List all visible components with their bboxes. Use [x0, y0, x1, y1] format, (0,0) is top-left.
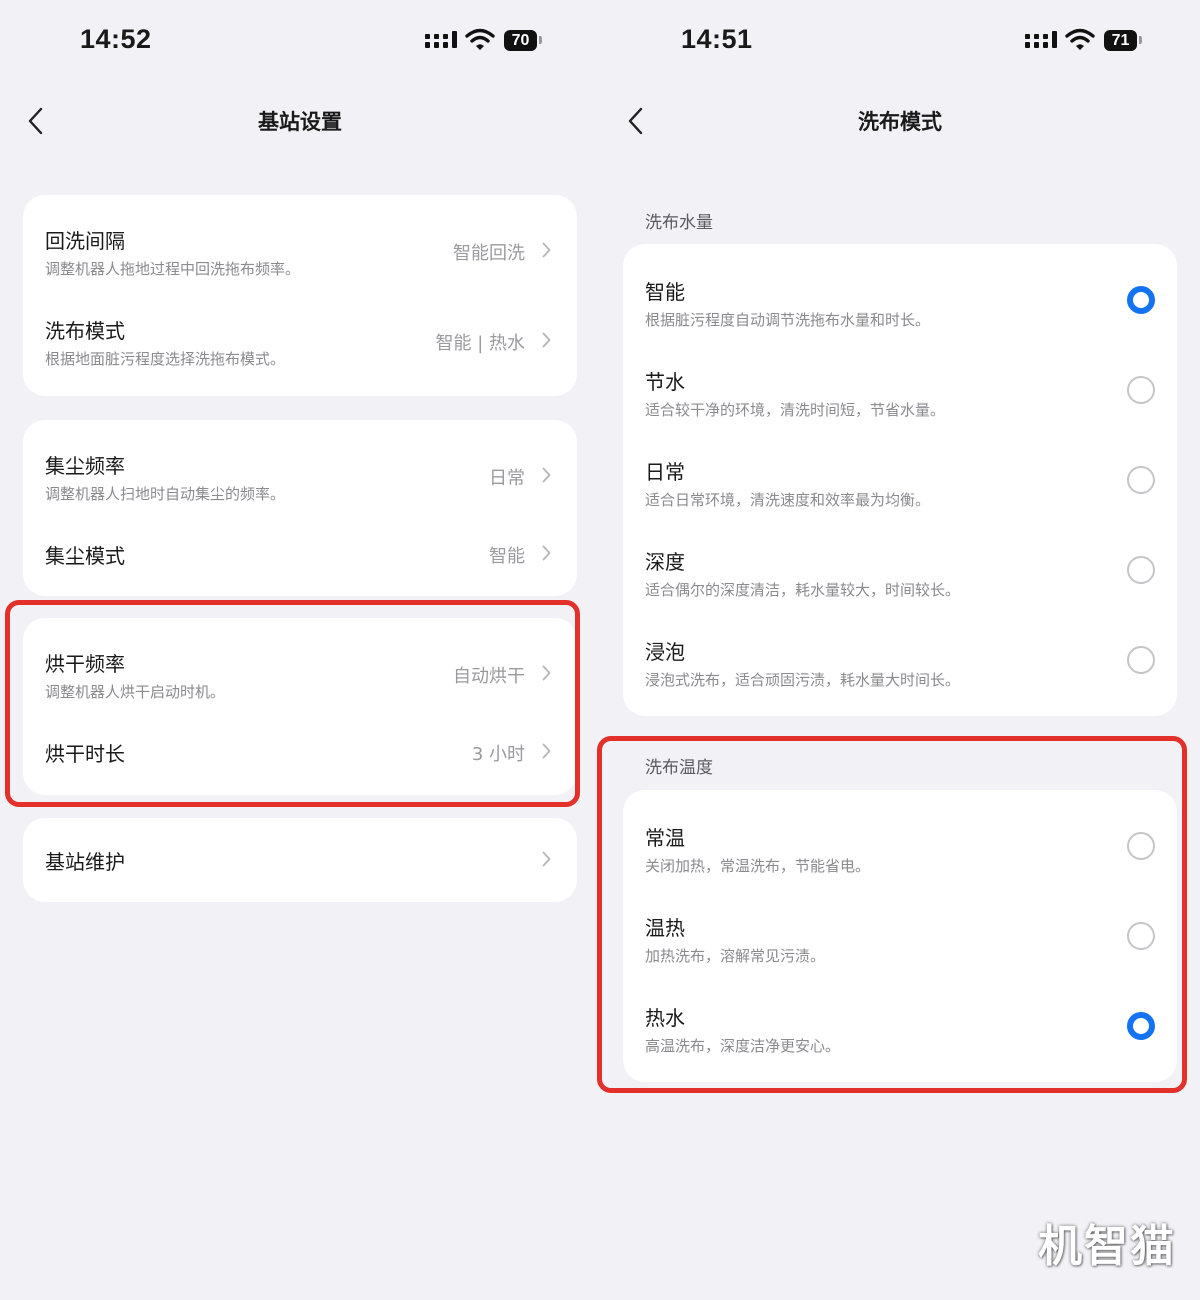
- option-subtitle: 适合较干净的环境，清洗时间短，节省水量。: [645, 401, 946, 419]
- option-temp-hot[interactable]: 热水 高温洗布，深度洁净更安心。: [623, 990, 1177, 1082]
- row-title: 基站维护: [45, 850, 125, 874]
- row-value: 3 小时: [471, 744, 525, 765]
- radio-selected[interactable]: [1127, 286, 1155, 314]
- watermark-text: 机智猫: [1038, 1221, 1176, 1272]
- option-title: 日常: [645, 460, 685, 484]
- settings-row-dust-mode[interactable]: 集尘模式 智能: [23, 520, 577, 596]
- row-subtitle: 调整机器人烘干启动时机。: [45, 683, 226, 701]
- option-subtitle: 浸泡式洗布，适合顽固污渍，耗水量大时间长。: [645, 671, 961, 689]
- chevron-right-icon: [542, 242, 551, 258]
- base-station-settings-screen: 14:52 70 基站设置 回洗间隔 调整机器人拖地过程中回洗拖布频率。 智能回…: [0, 0, 600, 1300]
- battery-nub: [539, 36, 542, 44]
- settings-card-drying: 烘干频率 调整机器人烘干启动时机。 自动烘干 烘干时长 3 小时: [23, 618, 577, 795]
- section-label-wash-temperature: 洗布温度: [645, 758, 713, 778]
- option-subtitle: 高温洗布，深度洁净更安心。: [645, 1037, 841, 1055]
- settings-row-wash-mode[interactable]: 洗布模式 根据地面脏污程度选择洗拖布模式。 智能 | 热水: [23, 295, 577, 396]
- option-subtitle: 关闭加热，常温洗布，节能省电。: [645, 857, 871, 875]
- radio-unselected[interactable]: [1127, 376, 1155, 404]
- battery-icon: 71: [1104, 30, 1137, 51]
- settings-row-base-station-maintenance[interactable]: 基站维护: [23, 818, 577, 902]
- option-title: 温热: [645, 916, 685, 940]
- section-label-water-amount: 洗布水量: [645, 213, 713, 233]
- radio-unselected[interactable]: [1127, 556, 1155, 584]
- row-title: 烘干频率: [45, 652, 125, 676]
- row-subtitle: 调整机器人拖地过程中回洗拖布频率。: [45, 260, 301, 278]
- chevron-right-icon: [542, 665, 551, 681]
- option-title: 智能: [645, 280, 685, 304]
- option-subtitle: 适合日常环境，清洗速度和效率最为均衡。: [645, 491, 931, 509]
- row-value: 智能: [489, 546, 525, 567]
- option-temp-warm[interactable]: 温热 加热洗布，溶解常见污渍。: [623, 900, 1177, 990]
- row-title: 回洗间隔: [45, 229, 125, 253]
- radio-unselected[interactable]: [1127, 646, 1155, 674]
- cellular-signal-icon: [425, 31, 457, 48]
- row-value: 日常: [489, 468, 525, 489]
- radio-unselected[interactable]: [1127, 922, 1155, 950]
- settings-card-dust: 集尘频率 调整机器人扫地时自动集尘的频率。 日常 集尘模式 智能: [23, 420, 577, 596]
- row-value: 智能回洗: [453, 243, 525, 264]
- row-subtitle: 根据地面脏污程度选择洗拖布模式。: [45, 350, 286, 368]
- option-water-daily[interactable]: 日常 适合日常环境，清洗速度和效率最为均衡。: [623, 444, 1177, 534]
- chevron-right-icon: [542, 467, 551, 483]
- radio-selected[interactable]: [1127, 1012, 1155, 1040]
- option-title: 深度: [645, 550, 685, 574]
- option-water-saving[interactable]: 节水 适合较干净的环境，清洗时间短，节省水量。: [623, 354, 1177, 444]
- option-water-soak[interactable]: 浸泡 浸泡式洗布，适合顽固污渍，耗水量大时间长。: [623, 624, 1177, 716]
- wifi-icon: [1065, 28, 1095, 50]
- radio-unselected[interactable]: [1127, 832, 1155, 860]
- battery-icon: 70: [504, 30, 537, 51]
- settings-row-drying-duration[interactable]: 烘干时长 3 小时: [23, 718, 577, 795]
- wash-temperature-card: 常温 关闭加热，常温洗布，节能省电。 温热 加热洗布，溶解常见污渍。 热水 高温…: [623, 790, 1177, 1082]
- radio-unselected[interactable]: [1127, 466, 1155, 494]
- battery-nub: [1139, 36, 1142, 44]
- option-water-deep[interactable]: 深度 适合偶尔的深度清洁，耗水量较大，时间较长。: [623, 534, 1177, 624]
- row-title: 集尘频率: [45, 454, 125, 478]
- status-time: 14:51: [681, 24, 753, 54]
- cellular-signal-icon: [1025, 31, 1057, 48]
- chevron-right-icon: [542, 743, 551, 759]
- option-temp-normal[interactable]: 常温 关闭加热，常温洗布，节能省电。: [623, 790, 1177, 900]
- option-subtitle: 加热洗布，溶解常见污渍。: [645, 947, 826, 965]
- settings-row-rewash-interval[interactable]: 回洗间隔 调整机器人拖地过程中回洗拖布频率。 智能回洗: [23, 195, 577, 295]
- row-value: 自动烘干: [453, 666, 525, 687]
- row-subtitle: 调整机器人扫地时自动集尘的频率。: [45, 485, 286, 503]
- chevron-right-icon: [542, 545, 551, 561]
- chevron-right-icon: [542, 332, 551, 348]
- settings-row-dust-frequency[interactable]: 集尘频率 调整机器人扫地时自动集尘的频率。 日常: [23, 420, 577, 520]
- settings-card-mop-wash: 回洗间隔 调整机器人拖地过程中回洗拖布频率。 智能回洗 洗布模式 根据地面脏污程…: [23, 195, 577, 396]
- option-subtitle: 适合偶尔的深度清洁，耗水量较大，时间较长。: [645, 581, 961, 599]
- option-title: 热水: [645, 1006, 685, 1030]
- option-title: 浸泡: [645, 640, 685, 664]
- option-title: 节水: [645, 370, 685, 394]
- option-subtitle: 根据脏污程度自动调节洗拖布水量和时长。: [645, 311, 931, 329]
- settings-card-maintenance: 基站维护: [23, 818, 577, 902]
- page-title: 基站设置: [258, 110, 342, 134]
- row-title: 集尘模式: [45, 544, 125, 568]
- row-title: 烘干时长: [45, 742, 125, 766]
- option-title: 常温: [645, 826, 685, 850]
- chevron-right-icon: [542, 851, 551, 867]
- wash-mode-screen: 14:51 71 洗布模式 洗布水量 智能 根据脏污程度自动调节洗拖布水量和时长…: [597, 0, 1200, 1300]
- status-time: 14:52: [80, 24, 152, 54]
- water-amount-card: 智能 根据脏污程度自动调节洗拖布水量和时长。 节水 适合较干净的环境，清洗时间短…: [623, 244, 1177, 716]
- wifi-icon: [465, 28, 495, 50]
- settings-row-drying-frequency[interactable]: 烘干频率 调整机器人烘干启动时机。 自动烘干: [23, 618, 577, 718]
- row-title: 洗布模式: [45, 319, 125, 343]
- row-value: 智能 | 热水: [435, 333, 525, 354]
- option-water-smart[interactable]: 智能 根据脏污程度自动调节洗拖布水量和时长。: [623, 244, 1177, 354]
- page-title: 洗布模式: [858, 110, 942, 134]
